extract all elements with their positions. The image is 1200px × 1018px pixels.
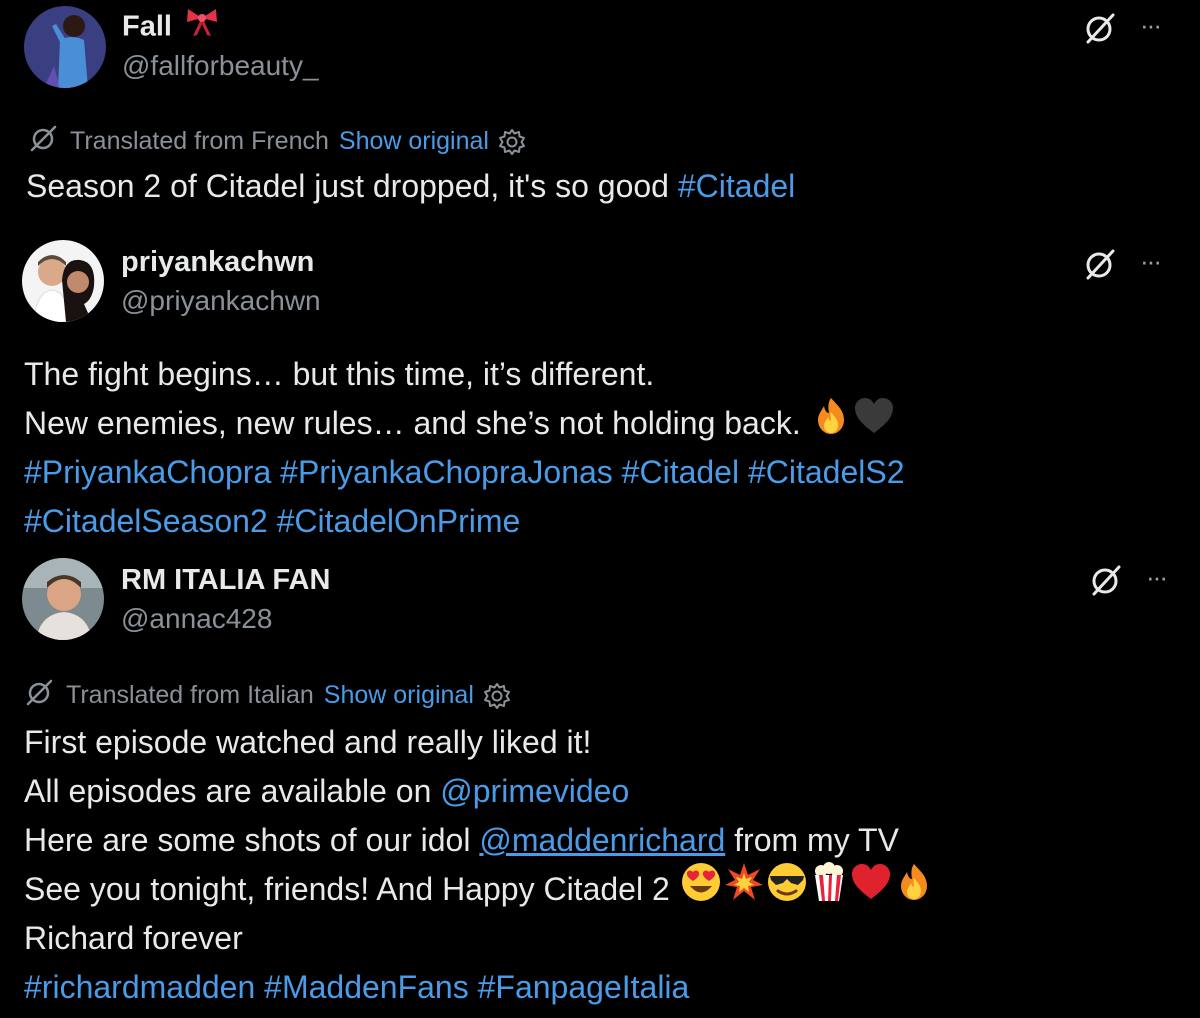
handle[interactable]: @fallforbeauty_ bbox=[122, 50, 319, 82]
post-line: See you tonight, friends! And Happy Cita… bbox=[24, 861, 935, 914]
red-heart-emoji bbox=[849, 861, 893, 917]
hashtag-link[interactable]: #richardmadden #MaddenFans #FanpageItali… bbox=[24, 963, 935, 1012]
hashtag-link[interactable]: #CitadelSeason2 #CitadelOnPrime bbox=[24, 497, 905, 546]
popcorn-emoji bbox=[809, 861, 849, 917]
display-name[interactable]: RM ITALIA FAN bbox=[121, 564, 330, 597]
fire-emoji bbox=[893, 861, 935, 917]
more-horizontal-icon[interactable]: ··· bbox=[1140, 12, 1162, 38]
post-priyankachwn: priyankachwn @priyankachwn ··· The fight… bbox=[0, 232, 1200, 552]
post-line: The fight begins… but this time, it’s di… bbox=[24, 356, 655, 392]
post-rm-italia-fan: RM ITALIA FAN @annac428 ··· Translated f… bbox=[0, 552, 1200, 1018]
mention-link[interactable]: @primevideo bbox=[440, 773, 629, 809]
translation-notice: Translated from Italian Show original bbox=[24, 676, 512, 715]
show-original-link[interactable]: Show original bbox=[324, 681, 474, 710]
handle[interactable]: @priyankachwn bbox=[121, 285, 321, 317]
ribbon-icon bbox=[184, 4, 220, 46]
post-line: First episode watched and really liked i… bbox=[24, 724, 592, 760]
avatar[interactable] bbox=[22, 240, 104, 322]
translate-icon bbox=[28, 122, 60, 161]
fire-emoji bbox=[810, 395, 852, 451]
gear-icon[interactable] bbox=[482, 681, 512, 711]
translated-from-label: Translated from Italian bbox=[66, 681, 314, 709]
post-line: Here are some shots of our idol @maddenr… bbox=[24, 822, 899, 858]
slashed-circle-icon[interactable] bbox=[1082, 246, 1118, 287]
post-body: First episode watched and really liked i… bbox=[24, 718, 935, 1012]
avatar[interactable] bbox=[22, 558, 104, 640]
post-body: Season 2 of Citadel just dropped, it's s… bbox=[26, 162, 795, 211]
mention-link[interactable]: @maddenrichard bbox=[479, 822, 725, 858]
post-line: Richard forever bbox=[24, 920, 243, 956]
collision-emoji bbox=[723, 861, 765, 917]
avatar[interactable] bbox=[24, 6, 106, 88]
hashtag-link[interactable]: #PriyankaChopra #PriyankaChopraJonas #Ci… bbox=[24, 448, 905, 497]
heart-eyes-emoji bbox=[679, 861, 723, 917]
display-name[interactable]: Fall bbox=[122, 9, 220, 46]
show-original-link[interactable]: Show original bbox=[339, 127, 489, 156]
slashed-circle-icon[interactable] bbox=[1088, 562, 1124, 603]
post-fall: Fall @fallforbeauty_ ··· Translated from… bbox=[0, 0, 1200, 230]
gear-icon[interactable] bbox=[497, 127, 527, 157]
more-horizontal-icon[interactable]: ··· bbox=[1146, 564, 1168, 590]
translate-icon bbox=[24, 676, 56, 715]
post-line: All episodes are available on @primevide… bbox=[24, 773, 630, 809]
handle[interactable]: @annac428 bbox=[121, 603, 272, 635]
post-line: New enemies, new rules… and she’s not ho… bbox=[24, 397, 905, 448]
display-name[interactable]: priyankachwn bbox=[121, 246, 314, 279]
post-line: Season 2 of Citadel just dropped, it's s… bbox=[26, 168, 796, 204]
black-heart-emoji bbox=[852, 395, 896, 451]
translation-notice: Translated from French Show original bbox=[28, 122, 527, 161]
sunglasses-emoji bbox=[765, 861, 809, 917]
slashed-circle-icon[interactable] bbox=[1082, 10, 1118, 51]
more-horizontal-icon[interactable]: ··· bbox=[1140, 248, 1162, 274]
hashtag-link[interactable]: #Citadel bbox=[678, 168, 795, 204]
translated-from-label: Translated from French bbox=[70, 127, 329, 155]
post-body: The fight begins… but this time, it’s di… bbox=[24, 350, 905, 546]
